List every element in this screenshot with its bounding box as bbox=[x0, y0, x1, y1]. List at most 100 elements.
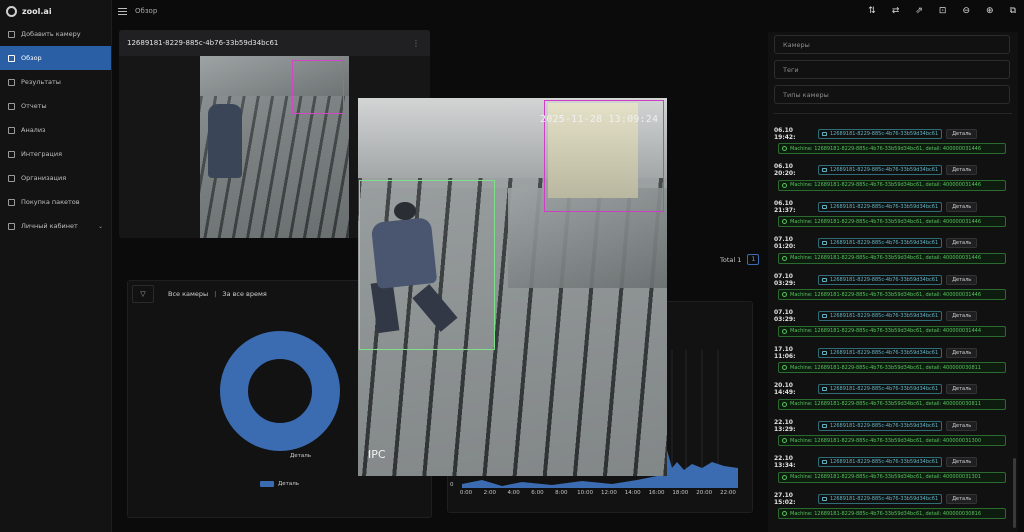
brand[interactable]: zool.ai bbox=[0, 0, 111, 22]
app-name: zool.ai bbox=[22, 6, 52, 16]
event-detail: Machine: 12689181-8229-885c-4b76-33b59d3… bbox=[778, 471, 1006, 483]
check-circle-icon bbox=[782, 219, 787, 224]
event-detail-text: Machine: 12689181-8229-885c-4b76-33b59d3… bbox=[790, 291, 982, 298]
events-list: 06.10 19:42: 12689181-8229-885c-4b76-33b5… bbox=[774, 127, 1010, 529]
camera-icon bbox=[822, 168, 827, 172]
sidebar-item-0[interactable]: Добавить камеру bbox=[0, 22, 111, 46]
lock-icon[interactable]: ⊡ bbox=[939, 6, 947, 16]
camera-icon bbox=[822, 277, 827, 282]
sidebar-item-2[interactable]: Результаты bbox=[0, 70, 111, 94]
event-camera-tag[interactable]: 12689181-8229-885c-4b76-33b59d34bc61 bbox=[818, 420, 943, 431]
event-detail-button[interactable]: Деталь bbox=[946, 165, 978, 175]
check-circle-icon bbox=[782, 474, 787, 480]
donut-chart[interactable] bbox=[220, 331, 340, 451]
sidebar-item-1[interactable]: Обзор bbox=[0, 46, 111, 70]
event-detail: Machine: 12689181-8229-885c-4b76-33b59d3… bbox=[778, 362, 1006, 373]
crop-icon[interactable]: ⧉ bbox=[1010, 6, 1016, 16]
camera-icon bbox=[822, 131, 827, 136]
total-label: Total 1 bbox=[720, 255, 742, 264]
timeline-tick-label: 18:00 bbox=[672, 490, 689, 496]
event-detail-button[interactable]: Деталь bbox=[946, 493, 978, 504]
zoom-out-icon[interactable]: ⊖ bbox=[962, 6, 970, 16]
nav-icon bbox=[8, 78, 15, 86]
event-detail-button[interactable]: Деталь bbox=[946, 128, 978, 139]
event-camera-tag[interactable]: 12689181-8229-885c-4b76-33b59d34bc61 bbox=[818, 347, 943, 358]
sidebar-item-8[interactable]: Личный кабинет ⌄ bbox=[0, 214, 111, 238]
check-circle-icon bbox=[782, 146, 787, 151]
event-detail-text: Machine: 12689181-8229-885c-4b76-33b59d3… bbox=[790, 182, 982, 188]
event-detail-button[interactable]: Деталь bbox=[946, 238, 978, 248]
event-detail: Machine: 12689181-8229-885c-4b76-33b59d3… bbox=[778, 289, 1006, 300]
event-detail-text: Machine: 12689181-8229-885c-4b76-33b59d3… bbox=[790, 474, 982, 480]
timeline-tick-label: 22:00 bbox=[720, 490, 736, 496]
event-detail-text: Machine: 12689181-8229-885c-4b76-33b59d3… bbox=[790, 145, 982, 152]
camera-thumbnail[interactable] bbox=[200, 56, 349, 238]
event-camera-tag[interactable]: 12689181-8229-885c-4b76-33b59d34bc61 bbox=[818, 274, 943, 285]
sidebar-item-7[interactable]: Покупка пакетов bbox=[0, 190, 111, 214]
sidebar-item-4[interactable]: Анализ bbox=[0, 118, 111, 142]
event-camera-id: 12689181-8229-885c-4b76-33b59d34bc61 bbox=[830, 349, 939, 356]
nav-icon bbox=[8, 222, 15, 230]
event-detail: Machine: 12689181-8229-885c-4b76-33b59d3… bbox=[778, 143, 1006, 154]
event-detail-button[interactable]: Деталь bbox=[946, 384, 978, 394]
sidebar-item-3[interactable]: Отчеты bbox=[0, 94, 111, 118]
export-icon[interactable]: ⇗ bbox=[915, 6, 923, 16]
camera-types-select[interactable]: Типы камеры bbox=[774, 85, 1010, 104]
timeline-tick-label: 16:00 bbox=[648, 490, 665, 496]
sidebar-item-label: Результаты bbox=[21, 78, 61, 86]
camera-live-view[interactable]: 2025-11-28 13:09:24 IPC bbox=[358, 98, 667, 476]
event-detail-button[interactable]: Деталь bbox=[946, 274, 978, 285]
tags-select[interactable]: Теги bbox=[774, 60, 1010, 79]
legend-label: Деталь bbox=[278, 481, 300, 487]
event-camera-tag[interactable]: 12689181-8229-885c-4b76-33b59d34bc61 bbox=[818, 311, 943, 321]
event-item: 07.10 03:29: 12689181-8229-885c-4b76-33b5… bbox=[774, 273, 1010, 310]
event-row: 07.10 03:29: 12689181-8229-885c-4b76-33b5… bbox=[774, 273, 1010, 287]
sidebar-item-5[interactable]: Интеграция bbox=[0, 142, 111, 166]
event-detail-button[interactable]: Деталь bbox=[946, 311, 978, 321]
event-camera-tag[interactable]: 12689181-8229-885c-4b76-33b59d34bc61 bbox=[818, 457, 943, 467]
swap-icon[interactable]: ⇄ bbox=[892, 6, 900, 16]
filter-separator: | bbox=[214, 290, 217, 298]
thumbnail-person bbox=[208, 104, 242, 178]
page-button[interactable]: 1 bbox=[747, 254, 760, 265]
events-scrollbar[interactable] bbox=[1013, 458, 1016, 528]
event-detail: Machine: 12689181-8229-885c-4b76-33b59d3… bbox=[778, 398, 1006, 410]
event-camera-id: 12689181-8229-885c-4b76-33b59d34bc61 bbox=[830, 459, 939, 465]
event-camera-tag[interactable]: 12689181-8229-885c-4b76-33b59d34bc61 bbox=[818, 201, 943, 212]
toolbar: ⇅ ⇄ ⇗ ⊡ ⊖ ⊕ ⧉ bbox=[868, 0, 1016, 22]
cameras-select[interactable]: Камеры bbox=[774, 35, 1010, 54]
nav-icon bbox=[8, 174, 15, 182]
event-detail-button[interactable]: Деталь bbox=[946, 457, 978, 467]
more-menu-icon[interactable]: ⋮ bbox=[412, 39, 420, 48]
filter-icon[interactable]: ▽ bbox=[132, 285, 154, 303]
event-item: 07.10 03:29: 12689181-8229-885c-4b76-33b5… bbox=[774, 309, 1010, 347]
event-camera-tag[interactable]: 12689181-8229-885c-4b76-33b59d34bc61 bbox=[818, 165, 943, 175]
event-camera-tag[interactable]: 12689181-8229-885c-4b76-33b59d34bc61 bbox=[818, 384, 943, 394]
donut-legend[interactable]: Деталь bbox=[260, 481, 299, 487]
camera-filter[interactable]: Все камеры bbox=[168, 290, 208, 298]
event-detail: Machine: 12689181-8229-885c-4b76-33b59d3… bbox=[778, 179, 1006, 191]
event-camera-tag[interactable]: 12689181-8229-885c-4b76-33b59d34bc61 bbox=[818, 493, 943, 504]
sort-icon[interactable]: ⇅ bbox=[868, 6, 876, 16]
event-camera-id: 12689181-8229-885c-4b76-33b59d34bc61 bbox=[830, 130, 939, 137]
event-camera-tag[interactable]: 12689181-8229-885c-4b76-33b59d34bc61 bbox=[818, 238, 943, 248]
event-detail-text: Machine: 12689181-8229-885c-4b76-33b59d3… bbox=[790, 364, 982, 371]
person-detection-box bbox=[359, 180, 495, 350]
event-detail-button[interactable]: Деталь bbox=[946, 347, 978, 358]
event-detail-button[interactable]: Деталь bbox=[946, 201, 978, 212]
event-detail-text: Machine: 12689181-8229-885c-4b76-33b59d3… bbox=[790, 510, 982, 517]
event-time: 07.10 01:20: bbox=[774, 236, 796, 250]
event-detail-button[interactable]: Деталь bbox=[946, 420, 978, 431]
sidebar-item-6[interactable]: Организация bbox=[0, 166, 111, 190]
menu-icon[interactable] bbox=[118, 7, 127, 15]
nav-icon bbox=[8, 126, 15, 134]
event-detail-text: Machine: 12689181-8229-885c-4b76-33b59d3… bbox=[790, 401, 982, 407]
event-camera-id: 12689181-8229-885c-4b76-33b59d34bc61 bbox=[830, 240, 939, 246]
zoom-in-icon[interactable]: ⊕ bbox=[986, 6, 994, 16]
check-circle-icon bbox=[782, 365, 787, 370]
camera-card-header: 12689181-8229-885c-4b76-33b59d34bc61 ⋮ bbox=[119, 30, 430, 56]
event-camera-id: 12689181-8229-885c-4b76-33b59d34bc61 bbox=[830, 167, 939, 173]
event-camera-id: 12689181-8229-885c-4b76-33b59d34bc61 bbox=[830, 422, 939, 429]
event-camera-tag[interactable]: 12689181-8229-885c-4b76-33b59d34bc61 bbox=[818, 128, 943, 139]
period-filter[interactable]: За все время bbox=[222, 290, 266, 298]
